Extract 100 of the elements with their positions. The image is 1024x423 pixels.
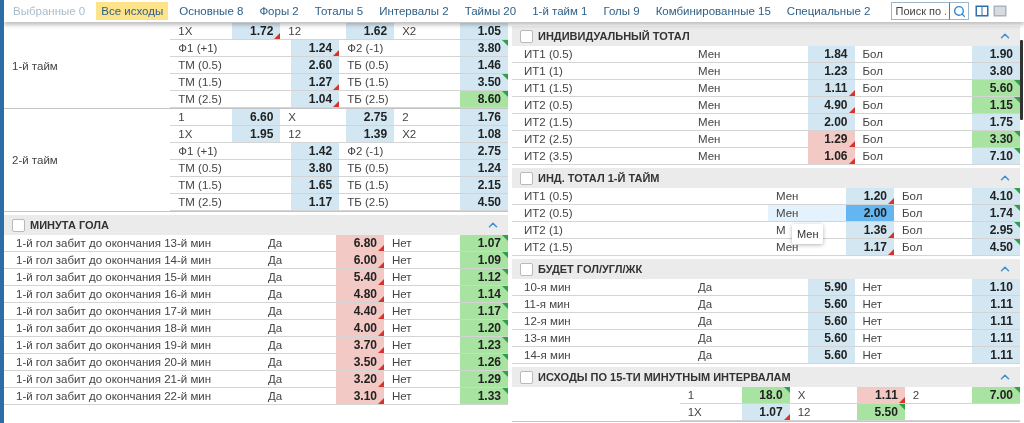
odds-cell[interactable]: 1.17: [846, 239, 894, 255]
odds-cell[interactable]: 1.15: [972, 97, 1020, 113]
odds-cell[interactable]: 1.36: [846, 222, 894, 238]
odds-cell[interactable]: 1.06: [807, 148, 855, 164]
odds-cell[interactable]: 1.17: [291, 194, 340, 210]
odds-cell[interactable]: 1.74: [972, 205, 1020, 221]
checkbox[interactable]: [12, 218, 25, 232]
odds-cell[interactable]: 1.09: [460, 252, 508, 268]
search-button[interactable]: [949, 2, 970, 20]
odds-cell[interactable]: 1.33: [460, 388, 508, 404]
odds-cell[interactable]: 1.08: [460, 126, 508, 142]
odds-cell[interactable]: 1.29: [807, 131, 855, 147]
odds-cell[interactable]: 1.24: [460, 160, 508, 176]
odds-cell[interactable]: 1.46: [460, 57, 508, 73]
odds-cell[interactable]: 2.95: [972, 222, 1020, 238]
odds-cell[interactable]: 1.65: [291, 177, 340, 193]
odds-cell[interactable]: 1.90: [972, 46, 1020, 62]
search-field[interactable]: Поиск по .: [891, 2, 950, 20]
odds-cell[interactable]: 3.50: [336, 354, 384, 370]
odds-cell[interactable]: 1.75: [972, 114, 1020, 130]
section-header[interactable]: МИНУТА ГОЛА: [4, 215, 508, 235]
odds-cell[interactable]: 4.40: [336, 303, 384, 319]
odds-cell[interactable]: 3.80: [460, 40, 508, 56]
filter-tab[interactable]: Интервалы 2: [374, 2, 454, 20]
section-header[interactable]: ИНД. ТОТАЛ 1-Й ТАЙМ: [512, 168, 1020, 188]
odds-cell[interactable]: 1.07: [741, 404, 790, 420]
odds-cell[interactable]: 3.50: [460, 74, 508, 90]
odds-cell[interactable]: 8.60: [460, 91, 508, 107]
filter-tab[interactable]: Основные 8: [174, 2, 249, 20]
odds-cell[interactable]: 4.10: [972, 188, 1020, 204]
filter-tab[interactable]: Форы 2: [254, 2, 304, 20]
odds-cell[interactable]: 5.60: [807, 347, 855, 363]
odds-cell[interactable]: 5.60: [972, 80, 1020, 96]
odds-cell[interactable]: 4.50: [972, 239, 1020, 255]
odds-cell[interactable]: 1.07: [460, 235, 508, 251]
checkbox[interactable]: [520, 29, 533, 43]
odds-cell[interactable]: 5.60: [807, 313, 855, 329]
odds-cell[interactable]: 1.04: [291, 91, 340, 107]
odds-cell[interactable]: 2.75: [460, 143, 508, 159]
odds-cell[interactable]: 1.84: [807, 46, 855, 62]
odds-cell[interactable]: 4.00: [336, 320, 384, 336]
odds-cell[interactable]: 1.11: [972, 347, 1020, 363]
odds-cell[interactable]: 4.90: [807, 97, 855, 113]
odds-cell[interactable]: 6.60: [232, 109, 281, 125]
odds-cell[interactable]: 2.75: [346, 109, 395, 125]
section-header[interactable]: БУДЕТ ГОЛ/УГЛ/ЖК: [512, 259, 1020, 279]
odds-cell[interactable]: 1.11: [972, 313, 1020, 329]
filter-tab[interactable]: Специальные 2: [781, 2, 876, 20]
odds-cell[interactable]: 1.42: [291, 143, 340, 159]
odds-cell[interactable]: 1.10: [972, 279, 1020, 295]
odds-cell[interactable]: 1.23: [460, 337, 508, 353]
odds-cell[interactable]: 5.50: [856, 404, 905, 420]
odds-cell[interactable]: 1.26: [460, 354, 508, 370]
filter-tab[interactable]: Таймы 20: [459, 2, 522, 20]
odds-cell[interactable]: 5.60: [807, 296, 855, 312]
odds-cell[interactable]: 1.14: [460, 286, 508, 302]
odds-cell[interactable]: 6.80: [336, 235, 384, 251]
filter-tab[interactable]: Тоталы 5: [309, 2, 369, 20]
odds-cell[interactable]: 2.00: [846, 205, 894, 221]
checkbox[interactable]: [520, 370, 533, 384]
odds-cell[interactable]: 1.27: [291, 74, 340, 90]
filter-tab[interactable]: Комбинированные 15: [650, 2, 776, 20]
filter-tab[interactable]: Голы 9: [598, 2, 645, 20]
odds-cell[interactable]: 1.29: [460, 371, 508, 387]
odds-cell[interactable]: 4.50: [460, 194, 508, 210]
odds-cell[interactable]: 3.20: [336, 371, 384, 387]
odds-cell[interactable]: 1.12: [460, 269, 508, 285]
odds-cell[interactable]: 1.11: [856, 387, 905, 403]
checkbox[interactable]: [520, 171, 533, 185]
odds-cell[interactable]: 2.15: [460, 177, 508, 193]
odds-cell[interactable]: 3.30: [972, 131, 1020, 147]
odds-cell[interactable]: 2.00: [807, 114, 855, 130]
checkbox[interactable]: [520, 262, 533, 276]
odds-cell[interactable]: 1.23: [807, 63, 855, 79]
odds-cell[interactable]: 1.72: [232, 23, 281, 39]
odds-cell[interactable]: 1.76: [460, 109, 508, 125]
odds-cell[interactable]: 1.39: [346, 126, 395, 142]
odds-cell[interactable]: 3.80: [291, 160, 340, 176]
scrollbar-thumb[interactable]: [1020, 40, 1023, 120]
odds-cell[interactable]: 1.11: [807, 80, 855, 96]
odds-cell[interactable]: 3.80: [972, 63, 1020, 79]
odds-cell[interactable]: 4.80: [336, 286, 384, 302]
odds-cell[interactable]: 3.70: [336, 337, 384, 353]
odds-cell[interactable]: 1.20: [846, 188, 894, 204]
odds-cell[interactable]: 1.95: [232, 126, 281, 142]
odds-cell[interactable]: 7.00: [972, 387, 1020, 403]
odds-cell[interactable]: 5.90: [807, 279, 855, 295]
odds-cell[interactable]: 1.20: [460, 320, 508, 336]
section-header[interactable]: ИСХОДЫ ПО 15-ТИ МИНУТНЫМ ИНТЕРВАЛАМ: [512, 367, 1020, 387]
odds-cell[interactable]: 7.10: [972, 148, 1020, 164]
filter-tab[interactable]: Все исходы: [96, 2, 169, 20]
two-column-view-icon[interactable]: [975, 5, 990, 17]
odds-cell[interactable]: 1.11: [972, 330, 1020, 346]
odds-cell[interactable]: 1.24: [291, 40, 340, 56]
section-header[interactable]: ИНДИВИДУАЛЬНЫЙ ТОТАЛ: [512, 26, 1020, 46]
odds-cell[interactable]: 3.10: [336, 388, 384, 404]
odds-cell[interactable]: 1.17: [460, 303, 508, 319]
odds-cell[interactable]: 6.00: [336, 252, 384, 268]
odds-cell[interactable]: 1.62: [346, 23, 395, 39]
odds-cell[interactable]: 5.60: [807, 330, 855, 346]
